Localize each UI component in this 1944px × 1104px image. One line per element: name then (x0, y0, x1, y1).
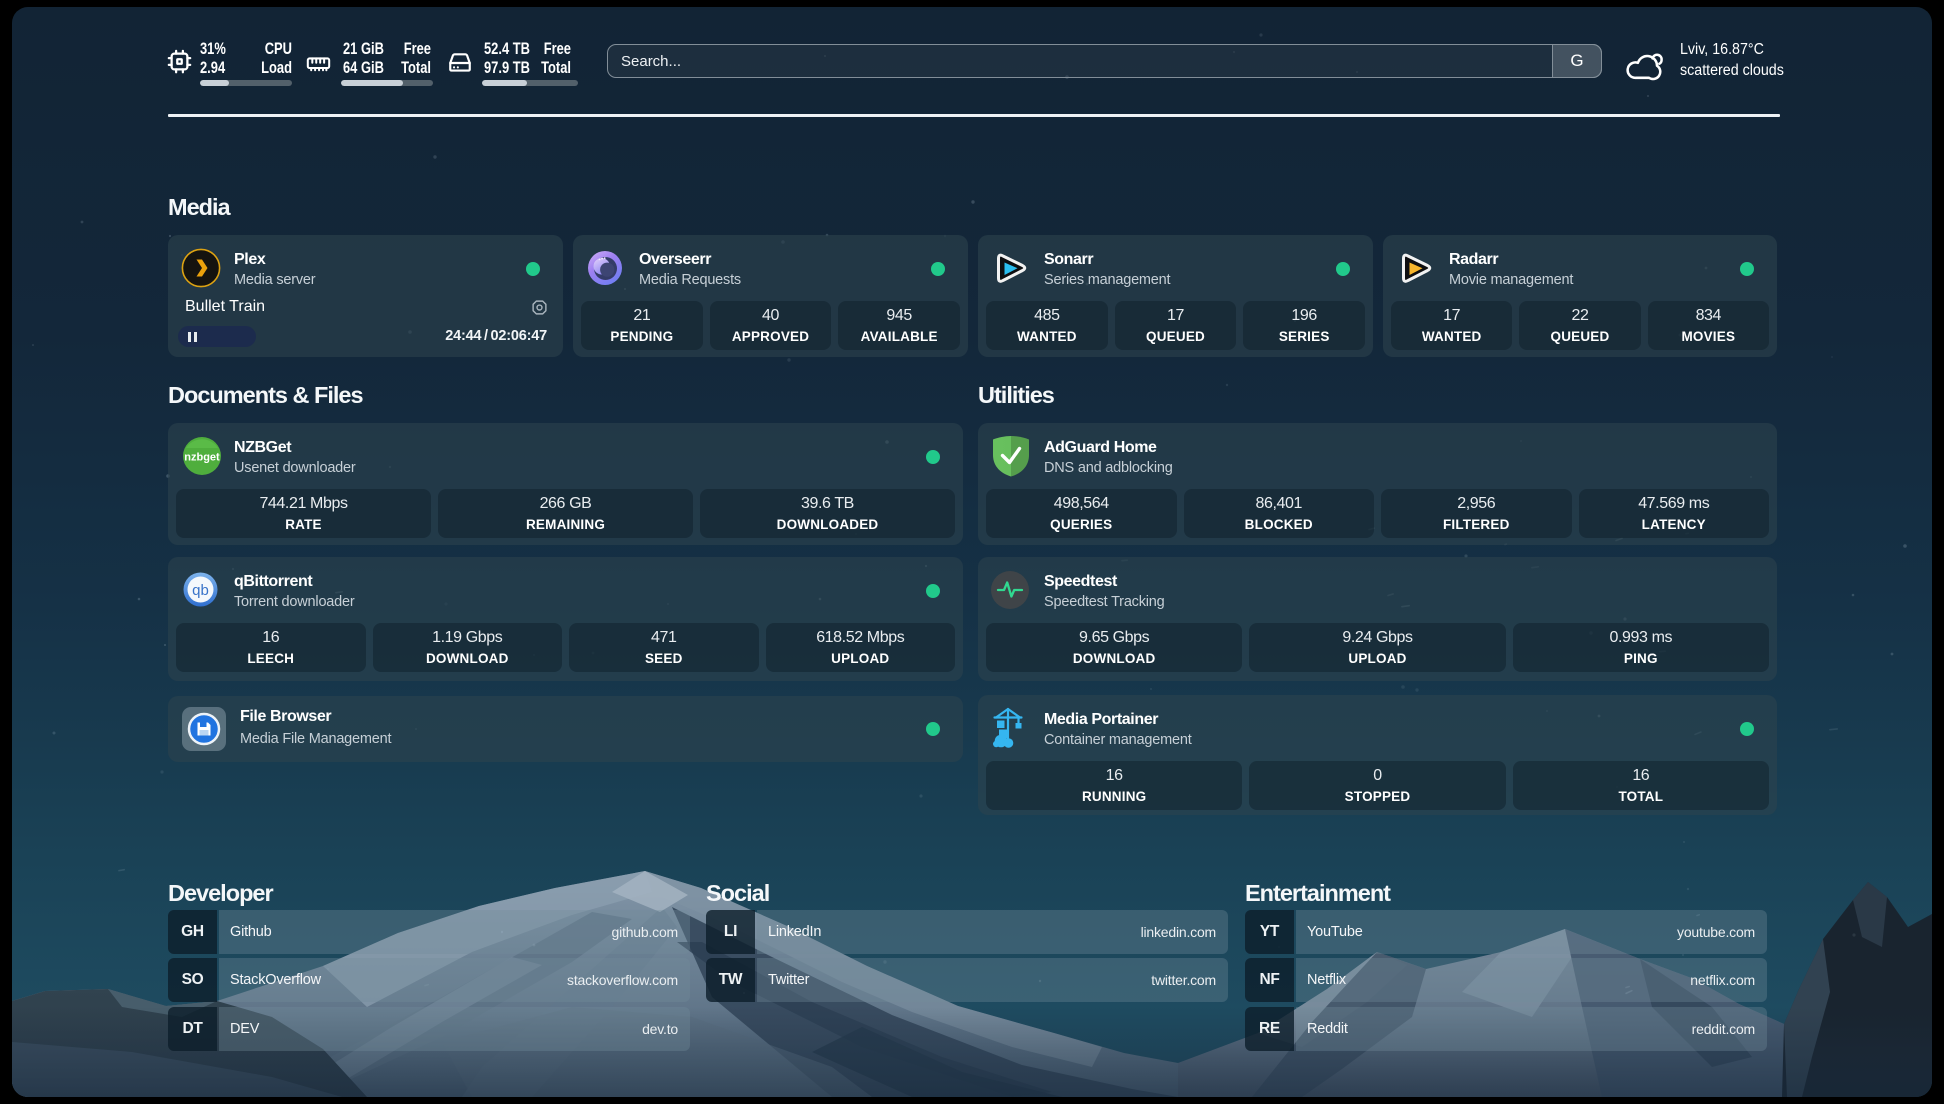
svg-text:qb: qb (192, 582, 209, 599)
svg-text:nzbget: nzbget (184, 452, 220, 464)
